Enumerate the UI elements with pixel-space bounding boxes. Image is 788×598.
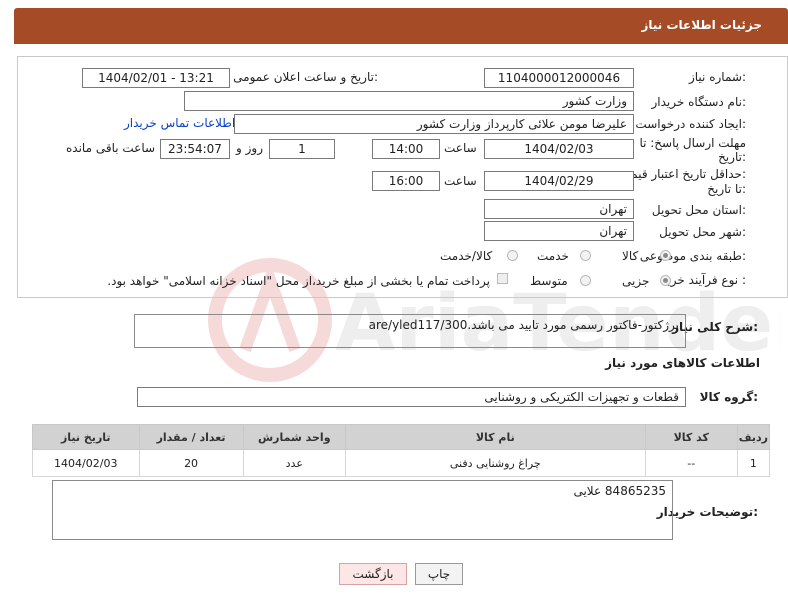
price-validity-time-field: 16:00	[372, 171, 440, 191]
remaining-time-field: 23:54:07	[160, 139, 230, 159]
category-goods-service-label: کالا/خدمت	[440, 249, 493, 263]
col-unit-header: واحد شمارش	[242, 424, 346, 450]
category-label: طبقه بندی موضوعی:	[639, 249, 746, 263]
print-button[interactable]: چاپ	[415, 563, 463, 585]
announce-label: تاریخ و ساعت اعلان عمومی:	[233, 70, 378, 84]
city-field: تهران	[484, 221, 634, 241]
cell-code: --	[644, 449, 738, 477]
deadline-time-field: 14:00	[372, 139, 440, 159]
remaining-label: ساعت باقی مانده	[66, 141, 156, 155]
requester-field: علیرضا مومن علائی کارپرداز وزارت کشور	[234, 114, 634, 134]
buyer-notes-textarea[interactable]: 84865235 علایی	[52, 480, 673, 540]
buyer-org-label: نام دستگاه خریدار:	[651, 95, 747, 109]
price-validity-date-field: 1404/02/29	[484, 171, 634, 191]
price-time-label: ساعت	[444, 174, 477, 188]
col-code-header: کد کالا	[644, 424, 738, 450]
cell-qty: 20	[138, 449, 244, 477]
category-service-label: خدمت	[537, 249, 569, 263]
category-goods-label: کالا	[622, 249, 639, 263]
goods-group-label: گروه کالا:	[699, 390, 758, 404]
category-goods-service-radio[interactable]	[507, 250, 518, 261]
category-service-radio[interactable]	[580, 250, 591, 261]
province-field: تهران	[484, 199, 634, 219]
page-title: جزئیات اطلاعات نیاز	[641, 18, 762, 32]
goods-table: ردیف کد کالا نام کالا واحد شمارش تعداد /…	[32, 424, 771, 477]
payment-note: پرداخت تمام یا بخشی از مبلغ خرید،از محل …	[107, 274, 490, 288]
back-button[interactable]: بازگشت	[339, 563, 407, 585]
col-row-header: ردیف	[736, 424, 771, 450]
purchase-medium-radio[interactable]	[580, 275, 591, 286]
deadline-time-label: ساعت	[444, 141, 477, 155]
need-number-field: 1104000012000046	[484, 68, 634, 88]
description-textarea[interactable]: پرژکتور-فاکتور رسمی مورد تایید می باشد.a…	[134, 314, 686, 348]
deadline-date-field: 1404/02/03	[484, 139, 634, 159]
buyer-org-field: وزارت کشور	[184, 91, 634, 111]
page-header: جزئیات اطلاعات نیاز	[14, 8, 788, 44]
deadline-label-2: تاریخ:	[718, 150, 746, 164]
goods-table-header: ردیف کد کالا نام کالا واحد شمارش تعداد /…	[32, 424, 771, 450]
goods-section-title: اطلاعات کالاهای مورد نیاز	[605, 356, 760, 370]
province-label: استان محل تحویل:	[651, 203, 746, 217]
price-validity-label: حداقل تاریخ اعتبار قیمت:	[619, 167, 746, 181]
contact-info-link[interactable]: اطلاعات تماس خریدار	[124, 116, 235, 130]
goods-group-field: قطعات و تجهیزات الکتریکی و روشنایی	[137, 387, 686, 407]
days-remaining-field: 1	[269, 139, 335, 159]
need-number-label: شماره نیاز:	[688, 70, 746, 84]
cell-date: 1404/02/03	[32, 449, 140, 477]
city-label: شهر محل تحویل:	[659, 225, 746, 239]
requester-label: ایجاد کننده درخواست:	[635, 117, 746, 131]
treasury-checkbox[interactable]	[497, 273, 508, 284]
category-goods-radio[interactable]	[660, 250, 671, 261]
cell-unit: عدد	[242, 449, 346, 477]
purchase-minor-radio[interactable]	[660, 275, 671, 286]
col-date-header: تاریخ نیاز	[32, 424, 140, 450]
col-name-header: نام کالا	[344, 424, 646, 450]
days-label: روز و	[236, 141, 263, 155]
table-row: 1 -- چراغ روشنایی دفنی عدد 20 1404/02/03	[32, 449, 771, 477]
purchase-medium-label: متوسط	[530, 274, 568, 288]
col-qty-header: تعداد / مقدار	[138, 424, 244, 450]
announce-datetime-field: 1404/02/01 - 13:21	[82, 68, 230, 88]
purchase-type-label: نوع فرآیند خرید :	[661, 273, 746, 287]
cell-name: چراغ روشنایی دفنی	[344, 449, 646, 477]
price-validity-label-2: تا تاریخ:	[707, 182, 746, 196]
deadline-label: مهلت ارسال پاسخ: تا	[639, 136, 746, 150]
purchase-minor-label: جزیی	[622, 274, 650, 288]
cell-row: 1	[736, 449, 771, 477]
